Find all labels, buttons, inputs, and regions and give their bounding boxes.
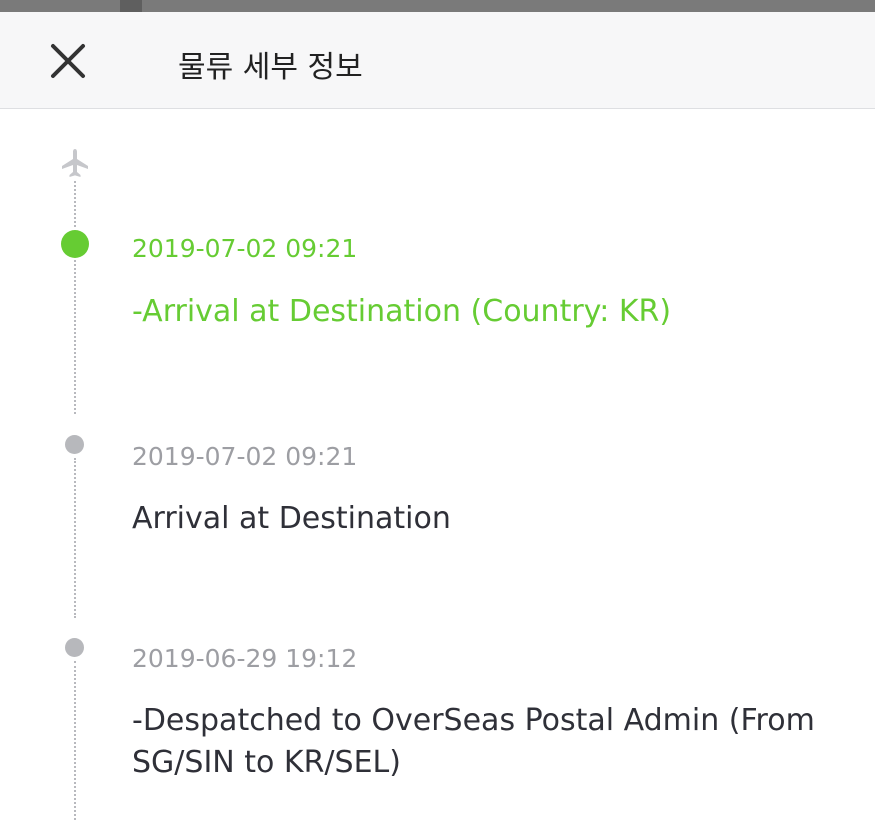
- timeline-dot: [65, 638, 84, 657]
- event-description: Arrival at Destination: [132, 501, 451, 536]
- timeline-dot: [65, 435, 84, 454]
- header-bar: 물류 세부 정보: [0, 12, 875, 109]
- airplane-icon: [62, 149, 88, 177]
- event-description: -Arrival at Destination (Country: KR): [132, 294, 672, 329]
- event-date: 2019-07-02 09:21: [132, 234, 358, 263]
- timeline-connector: [74, 181, 76, 227]
- status-strip: [0, 0, 875, 12]
- event-description: -Despatched to OverSeas Postal Admin (Fr…: [132, 703, 815, 780]
- event-date: 2019-07-02 09:21: [132, 442, 358, 471]
- status-strip-tab: [120, 0, 142, 12]
- timeline-connector: [74, 260, 76, 414]
- timeline-dot-current: [61, 230, 89, 258]
- timeline-connector: [74, 661, 76, 820]
- close-button[interactable]: [42, 41, 94, 85]
- event-date: 2019-06-29 19:12: [132, 644, 358, 673]
- page-title: 물류 세부 정보: [178, 50, 363, 85]
- close-icon: [51, 44, 85, 78]
- timeline-connector: [74, 458, 76, 618]
- shipment-timeline: 2019-07-02 09:21 -Arrival at Destination…: [0, 109, 875, 820]
